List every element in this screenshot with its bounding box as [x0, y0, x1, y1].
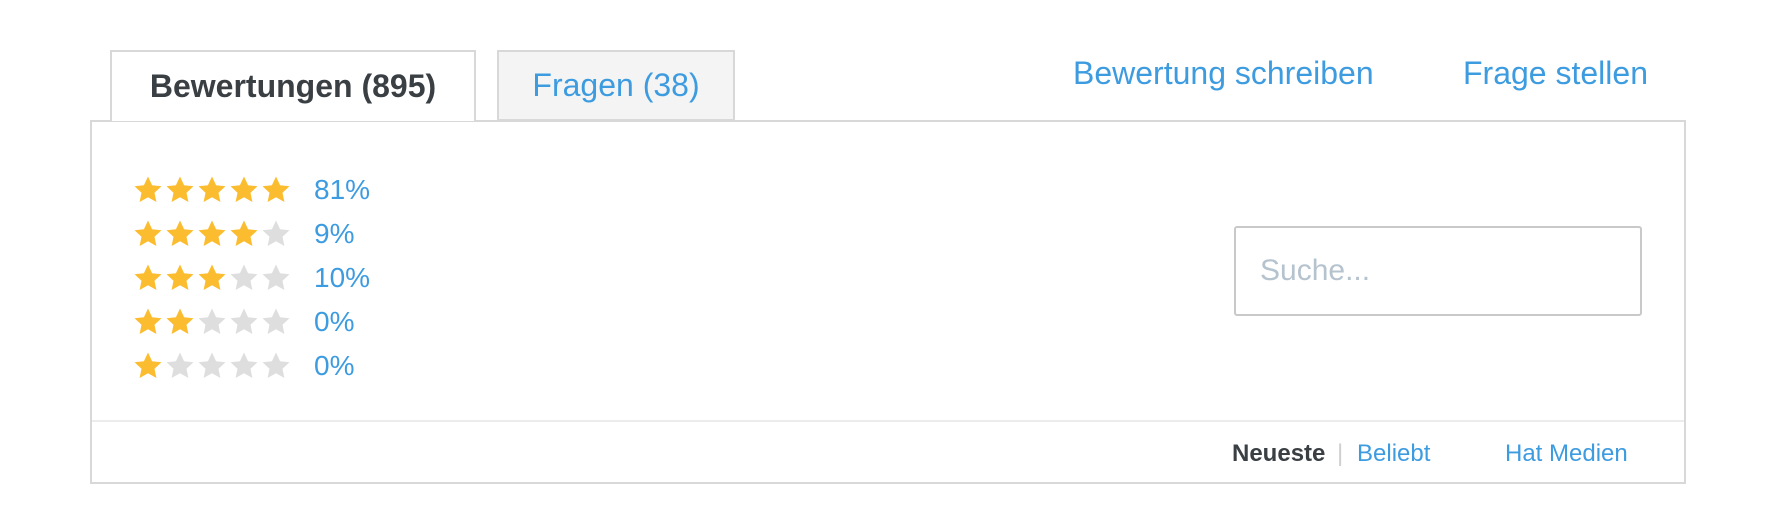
star-icon: [164, 350, 196, 382]
star-icon: [132, 262, 164, 294]
star-icon: [260, 306, 292, 338]
rating-row-5-stars[interactable]: 81%: [132, 168, 370, 212]
tab-reviews-label: Bewertungen (895): [149, 68, 437, 104]
star-icon: [132, 306, 164, 338]
ask-question-link[interactable]: Frage stellen: [1463, 55, 1648, 92]
rating-row-1-star[interactable]: 0%: [132, 344, 370, 388]
reviews-panel: 81% 9% 10% 0% 0% Neueste | Beliebt: [90, 120, 1686, 484]
star-icon: [228, 174, 260, 206]
star-icon: [260, 218, 292, 250]
star-icon: [228, 218, 260, 250]
star-icon: [164, 218, 196, 250]
star-icon: [196, 174, 228, 206]
star-icon: [164, 262, 196, 294]
star-icon: [132, 350, 164, 382]
rating-percent: 9%: [314, 218, 355, 249]
star-rating: [132, 174, 312, 206]
star-icon: [196, 262, 228, 294]
sort-bar: Neueste | Beliebt Hat Medien: [92, 420, 1684, 482]
search-input[interactable]: [1234, 226, 1642, 316]
star-icon: [260, 350, 292, 382]
rating-distribution: 81% 9% 10% 0% 0%: [132, 168, 370, 388]
sort-newest[interactable]: Neueste: [1232, 440, 1325, 468]
star-icon: [164, 306, 196, 338]
star-icon: [132, 174, 164, 206]
star-icon: [260, 174, 292, 206]
tab-questions[interactable]: Fragen (38): [497, 50, 735, 121]
sort-popular[interactable]: Beliebt: [1357, 440, 1430, 468]
star-icon: [228, 350, 260, 382]
rating-percent: 0%: [314, 350, 355, 381]
star-rating: [132, 306, 312, 338]
filter-has-media[interactable]: Hat Medien: [1505, 440, 1628, 468]
star-icon: [196, 350, 228, 382]
star-rating: [132, 350, 312, 382]
sort-separator: |: [1337, 440, 1344, 467]
star-icon: [164, 174, 196, 206]
star-icon: [196, 218, 228, 250]
star-rating: [132, 218, 312, 250]
rating-percent: 10%: [314, 262, 371, 293]
star-rating: [132, 262, 312, 294]
star-icon: [260, 262, 292, 294]
star-icon: [196, 306, 228, 338]
tab-reviews[interactable]: Bewertungen (895): [110, 50, 476, 121]
write-review-link[interactable]: Bewertung schreiben: [1073, 55, 1374, 92]
star-icon: [228, 262, 260, 294]
rating-row-4-stars[interactable]: 9%: [132, 212, 370, 256]
rating-percent: 81%: [314, 174, 371, 205]
tab-questions-label: Fragen (38): [532, 67, 700, 103]
rating-percent: 0%: [314, 306, 355, 337]
reviews-widget: Bewertungen (895) Fragen (38) Bewertung …: [0, 0, 1766, 530]
rating-row-3-stars[interactable]: 10%: [132, 256, 370, 300]
star-icon: [132, 218, 164, 250]
star-icon: [228, 306, 260, 338]
rating-row-2-stars[interactable]: 0%: [132, 300, 370, 344]
